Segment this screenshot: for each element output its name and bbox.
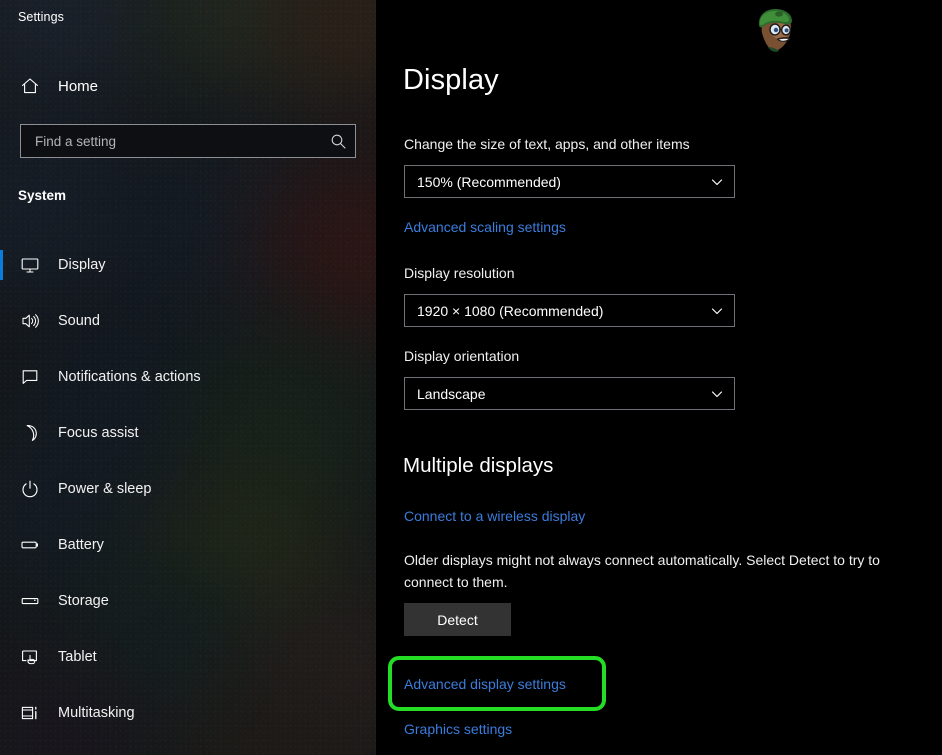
sidebar-item-notifications[interactable]: Notifications & actions (0, 360, 376, 394)
drive-icon (8, 591, 52, 611)
search-input[interactable] (21, 134, 321, 149)
sidebar-item-power-sleep[interactable]: Power & sleep (0, 472, 376, 506)
advanced-display-settings-link[interactable]: Advanced display settings (404, 676, 566, 692)
sidebar-item-sound[interactable]: Sound (0, 304, 376, 338)
sidebar-item-battery[interactable]: Battery (0, 528, 376, 562)
graphics-settings-link[interactable]: Graphics settings (404, 721, 512, 737)
sidebar-nav-list: Display Sound (0, 248, 376, 752)
orientation-dropdown[interactable]: Landscape (404, 377, 735, 410)
wireless-display-link[interactable]: Connect to a wireless display (404, 508, 585, 524)
sidebar-item-focus-assist[interactable]: Focus assist (0, 416, 376, 450)
scale-dropdown[interactable]: 150% (Recommended) (404, 165, 735, 198)
resolution-dropdown-value: 1920 × 1080 (Recommended) (405, 303, 700, 319)
multiple-displays-heading: Multiple displays (403, 454, 553, 478)
tablet-hand-icon (8, 647, 52, 667)
notification-balloon-icon (8, 367, 52, 387)
sidebar-item-home-label: Home (58, 78, 98, 95)
detect-button-label: Detect (437, 612, 477, 628)
sidebar-item-tablet-label: Tablet (58, 649, 97, 665)
sidebar-item-power-sleep-label: Power & sleep (58, 481, 152, 497)
sidebar-item-multitasking[interactable]: Multitasking (0, 696, 376, 730)
speaker-icon (8, 311, 52, 331)
sidebar-item-display-label: Display (58, 257, 106, 273)
chevron-down-icon (700, 387, 734, 401)
sidebar-item-storage-label: Storage (58, 593, 109, 609)
home-icon (8, 76, 52, 96)
chevron-down-icon (700, 304, 734, 318)
sidebar-item-display[interactable]: Display (0, 248, 376, 282)
multiple-displays-description: Older displays might not always connect … (404, 549, 926, 593)
moon-icon (8, 423, 52, 443)
selection-indicator (0, 250, 3, 280)
avatar (748, 3, 804, 59)
chevron-down-icon (700, 175, 734, 189)
orientation-dropdown-value: Landscape (405, 386, 700, 402)
sidebar: Settings Home (0, 0, 376, 755)
orientation-label: Display orientation (404, 348, 519, 364)
sidebar-item-tablet[interactable]: Tablet (0, 640, 376, 674)
page-title: Display (403, 64, 499, 97)
detect-button[interactable]: Detect (404, 603, 511, 636)
sidebar-item-battery-label: Battery (58, 537, 104, 553)
main-content: Display Change the size of text, apps, a… (376, 0, 942, 755)
sidebar-item-notifications-label: Notifications & actions (58, 369, 201, 385)
app-title: Settings (18, 10, 64, 24)
scale-dropdown-value: 150% (Recommended) (405, 174, 700, 190)
sidebar-group-title: System (18, 188, 66, 203)
advanced-scaling-settings-link[interactable]: Advanced scaling settings (404, 219, 566, 235)
settings-window: Settings Home (0, 0, 942, 755)
scale-label: Change the size of text, apps, and other… (404, 136, 690, 152)
multitasking-icon (8, 703, 52, 723)
monitor-icon (8, 255, 52, 275)
sidebar-item-multitasking-label: Multitasking (58, 705, 135, 721)
battery-icon (8, 535, 52, 555)
resolution-label: Display resolution (404, 265, 515, 281)
sidebar-item-home[interactable]: Home (0, 70, 376, 102)
resolution-dropdown[interactable]: 1920 × 1080 (Recommended) (404, 294, 735, 327)
sidebar-item-sound-label: Sound (58, 313, 100, 329)
power-icon (8, 479, 52, 499)
search-icon[interactable] (321, 133, 355, 150)
search-box[interactable] (20, 124, 356, 158)
sidebar-item-focus-assist-label: Focus assist (58, 425, 139, 441)
sidebar-item-storage[interactable]: Storage (0, 584, 376, 618)
